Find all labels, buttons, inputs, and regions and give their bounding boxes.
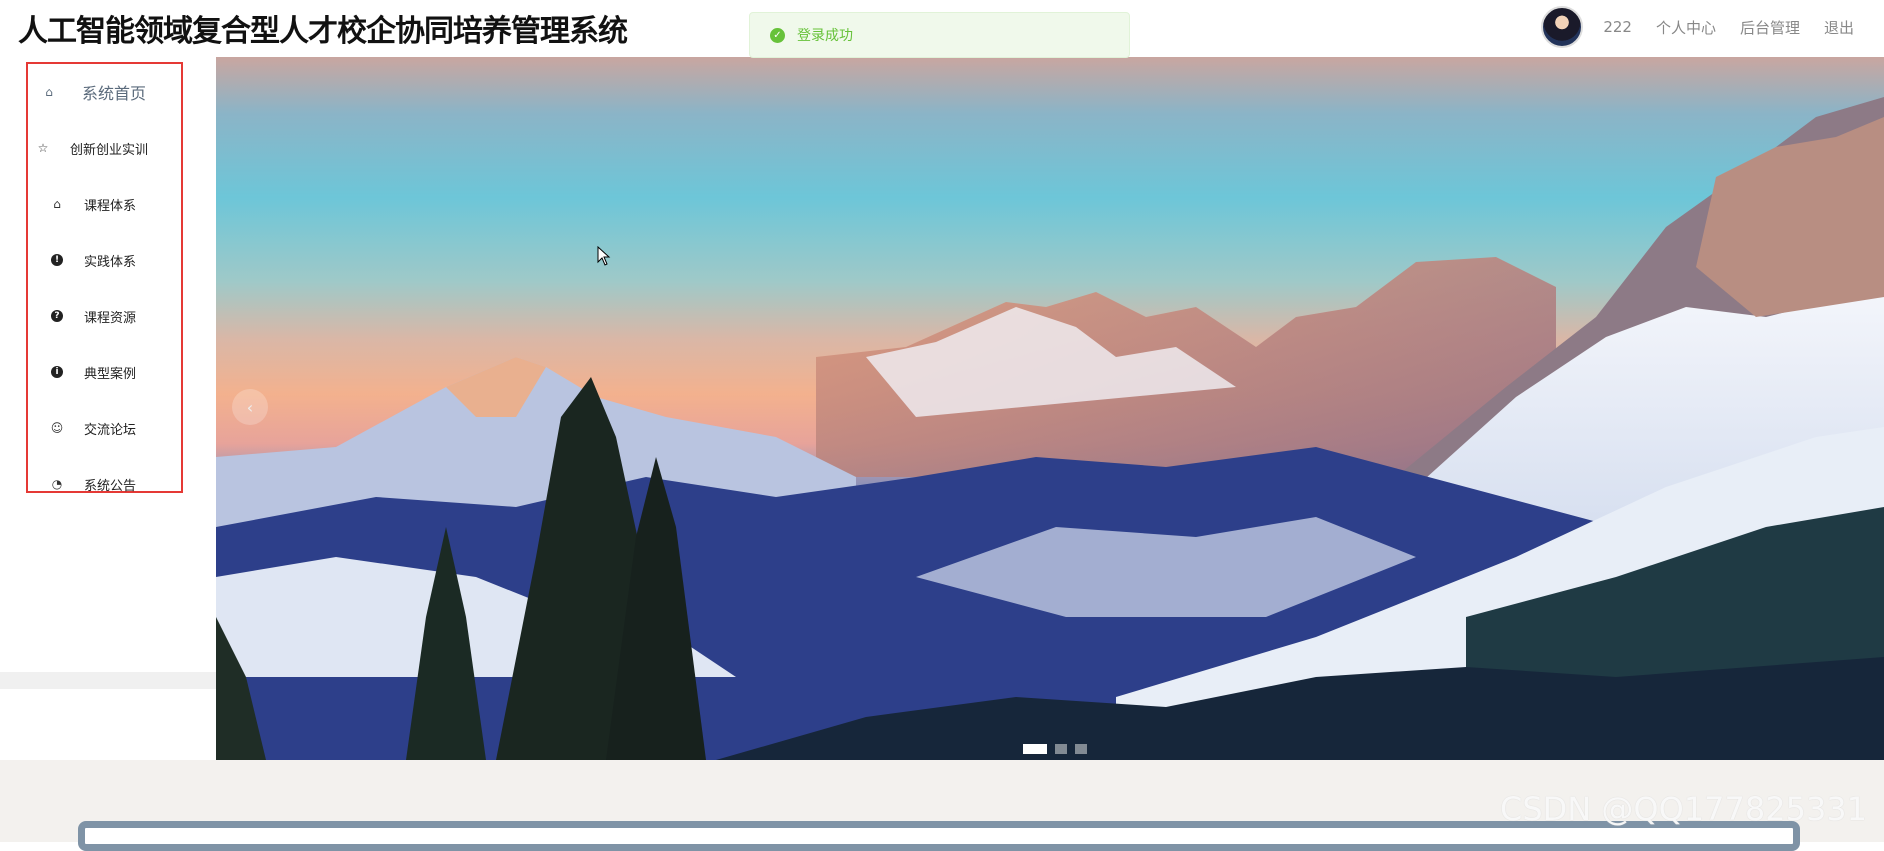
site-title: 人工智能领域复合型人才校企协同培养管理系统 xyxy=(18,14,628,49)
avatar[interactable] xyxy=(1541,6,1584,48)
info-circle-icon: i xyxy=(50,365,64,379)
gauge-icon: ◔ xyxy=(51,477,63,491)
carousel-indicators xyxy=(1023,744,1087,754)
sidebar-item-label: 交流论坛 xyxy=(84,422,137,438)
home-icon: ⌂ xyxy=(45,85,53,99)
sidebar-item-forum[interactable]: ☺ 交流论坛 xyxy=(28,400,181,456)
sidebar-item-label: 典型案例 xyxy=(84,366,137,382)
sidebar-item-announcements[interactable]: ◔ 系统公告 xyxy=(28,456,181,512)
exclamation-circle-icon: ! xyxy=(50,253,64,267)
admin-link[interactable]: 后台管理 xyxy=(1740,17,1800,38)
mountain-landscape xyxy=(216,97,1884,760)
sidebar-item-home[interactable]: ⌂ 系统首页 xyxy=(28,64,181,120)
sidebar-item-innovation[interactable]: ☆ 创新创业实训 xyxy=(28,120,181,176)
carousel-dot-1[interactable] xyxy=(1023,744,1047,754)
sidebar-item-label: 创新创业实训 xyxy=(70,142,149,158)
sidebar-item-label: 课程体系 xyxy=(84,198,137,214)
sidebar-nav: ⌂ 系统首页 ☆ 创新创业实训 ⌂ 课程体系 ! 实践体系 ? 课程资源 i 典… xyxy=(26,62,183,494)
sidebar-divider xyxy=(0,672,216,689)
chevron-left-icon: ‹ xyxy=(246,397,254,417)
sidebar-item-curriculum[interactable]: ⌂ 课程体系 xyxy=(28,176,181,232)
mouse-cursor-icon xyxy=(597,246,611,266)
logout-link[interactable]: 退出 xyxy=(1824,17,1854,38)
toast-message: 登录成功 xyxy=(797,28,853,44)
sidebar-item-label: 系统公告 xyxy=(84,478,137,494)
question-circle-icon: ? xyxy=(50,309,64,323)
watermark: CSDN @QQ177825331 xyxy=(1500,790,1868,828)
sidebar-item-cases[interactable]: i 典型案例 xyxy=(28,344,181,400)
carousel-prev-button[interactable]: ‹ xyxy=(232,389,268,425)
sidebar-item-label: 实践体系 xyxy=(84,254,137,270)
check-circle-icon: ✓ xyxy=(770,27,785,43)
sidebar-item-practice[interactable]: ! 实践体系 xyxy=(28,232,181,288)
sidebar-item-resources[interactable]: ? 课程资源 xyxy=(28,288,181,344)
sidebar-item-label: 课程资源 xyxy=(84,310,137,326)
personal-center-link[interactable]: 个人中心 xyxy=(1656,17,1716,38)
star-icon: ☆ xyxy=(37,141,49,155)
carousel-dot-3[interactable] xyxy=(1075,744,1087,754)
username: 222 xyxy=(1603,18,1632,36)
hero-banner xyxy=(216,57,1884,760)
sidebar-item-label: 系统首页 xyxy=(82,84,147,103)
smile-icon: ☺ xyxy=(50,421,64,435)
success-toast: ✓ 登录成功 xyxy=(749,12,1130,58)
carousel-dot-2[interactable] xyxy=(1055,744,1067,754)
bag-icon: ⌂ xyxy=(53,197,61,211)
user-area: 222 个人中心 后台管理 退出 xyxy=(1541,5,1884,49)
